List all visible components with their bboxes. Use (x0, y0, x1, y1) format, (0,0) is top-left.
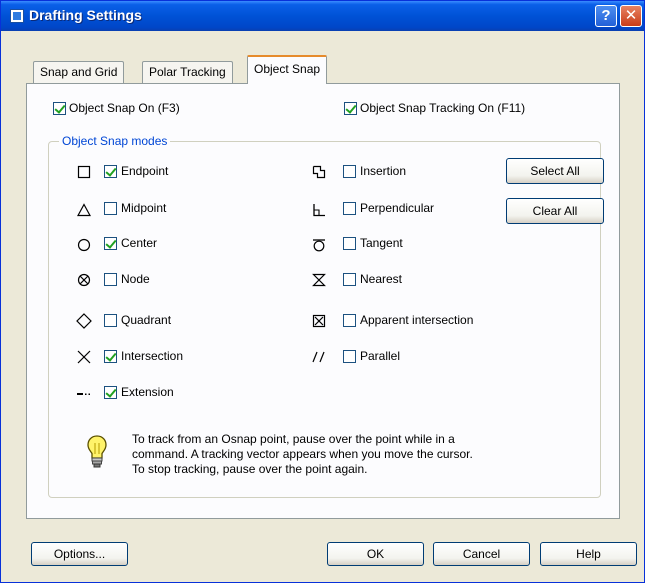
tip-line-3: To stop tracking, pause over the point a… (132, 462, 368, 476)
tab-object-snap[interactable]: Object Snap (247, 55, 328, 84)
center-label[interactable]: Center (121, 236, 157, 250)
lightbulb-icon (86, 434, 108, 473)
apparent-intersection-checkbox[interactable] (343, 314, 356, 327)
tangent-label[interactable]: Tangent (360, 236, 403, 250)
clear-all-button[interactable]: Clear All (506, 198, 604, 224)
object-snap-on-checkbox[interactable] (53, 102, 66, 115)
midpoint-triangle-icon (76, 202, 92, 218)
endpoint-checkbox[interactable] (104, 165, 117, 178)
quadrant-diamond-icon (76, 313, 92, 329)
extension-icon (76, 385, 92, 401)
parallel-label[interactable]: Parallel (360, 349, 400, 363)
object-snap-on-label[interactable]: Object Snap On (F3) (69, 101, 180, 115)
perpendicular-checkbox[interactable] (343, 202, 356, 215)
midpoint-label[interactable]: Midpoint (121, 201, 166, 215)
quadrant-label[interactable]: Quadrant (121, 313, 171, 327)
insertion-label[interactable]: Insertion (360, 164, 406, 178)
select-all-button[interactable]: Select All (506, 158, 604, 184)
tracking-tip-text: To track from an Osnap point, pause over… (132, 432, 572, 477)
extension-checkbox[interactable] (104, 386, 117, 399)
cancel-button[interactable]: Cancel (433, 542, 530, 566)
close-button[interactable]: ✕ (620, 5, 642, 27)
ok-button[interactable]: OK (327, 542, 424, 566)
endpoint-label[interactable]: Endpoint (121, 164, 168, 178)
help-button[interactable]: Help (540, 542, 637, 566)
nearest-checkbox[interactable] (343, 273, 356, 286)
perpendicular-icon (311, 202, 327, 218)
parallel-checkbox[interactable] (343, 350, 356, 363)
object-snap-tracking-checkbox[interactable] (344, 102, 357, 115)
quadrant-checkbox[interactable] (104, 314, 117, 327)
app-icon (10, 9, 24, 23)
intersection-checkbox[interactable] (104, 350, 117, 363)
object-snap-modes-title: Object Snap modes (59, 134, 171, 148)
tip-line-1: To track from an Osnap point, pause over… (132, 432, 455, 446)
node-icon (76, 272, 92, 288)
tab-snap-and-grid[interactable]: Snap and Grid (33, 61, 125, 83)
node-label[interactable]: Node (121, 272, 150, 286)
apparent-intersection-icon (311, 313, 327, 329)
tangent-checkbox[interactable] (343, 237, 356, 250)
nearest-label[interactable]: Nearest (360, 272, 402, 286)
apparent-intersection-label[interactable]: Apparent intersection (360, 313, 473, 327)
perpendicular-label[interactable]: Perpendicular (360, 201, 434, 215)
center-checkbox[interactable] (104, 237, 117, 250)
tip-line-2: command. A tracking vector appears when … (132, 447, 473, 461)
intersection-label[interactable]: Intersection (121, 349, 183, 363)
options-button[interactable]: Options... (31, 542, 128, 566)
nearest-hourglass-icon (311, 272, 327, 288)
extension-label[interactable]: Extension (121, 385, 174, 399)
title-bar[interactable]: Drafting Settings ? ✕ (1, 1, 644, 31)
window-title: Drafting Settings (29, 7, 142, 23)
object-snap-tracking-label[interactable]: Object Snap Tracking On (F11) (360, 101, 525, 115)
insertion-icon (311, 164, 327, 180)
midpoint-checkbox[interactable] (104, 202, 117, 215)
insertion-checkbox[interactable] (343, 165, 356, 178)
node-checkbox[interactable] (104, 273, 117, 286)
endpoint-square-icon (76, 164, 92, 180)
tangent-icon (311, 237, 327, 253)
tab-polar-tracking[interactable]: Polar Tracking (142, 61, 233, 83)
help-title-button[interactable]: ? (595, 5, 617, 27)
parallel-icon (311, 349, 327, 365)
intersection-x-icon (76, 349, 92, 365)
center-circle-icon (76, 237, 92, 253)
